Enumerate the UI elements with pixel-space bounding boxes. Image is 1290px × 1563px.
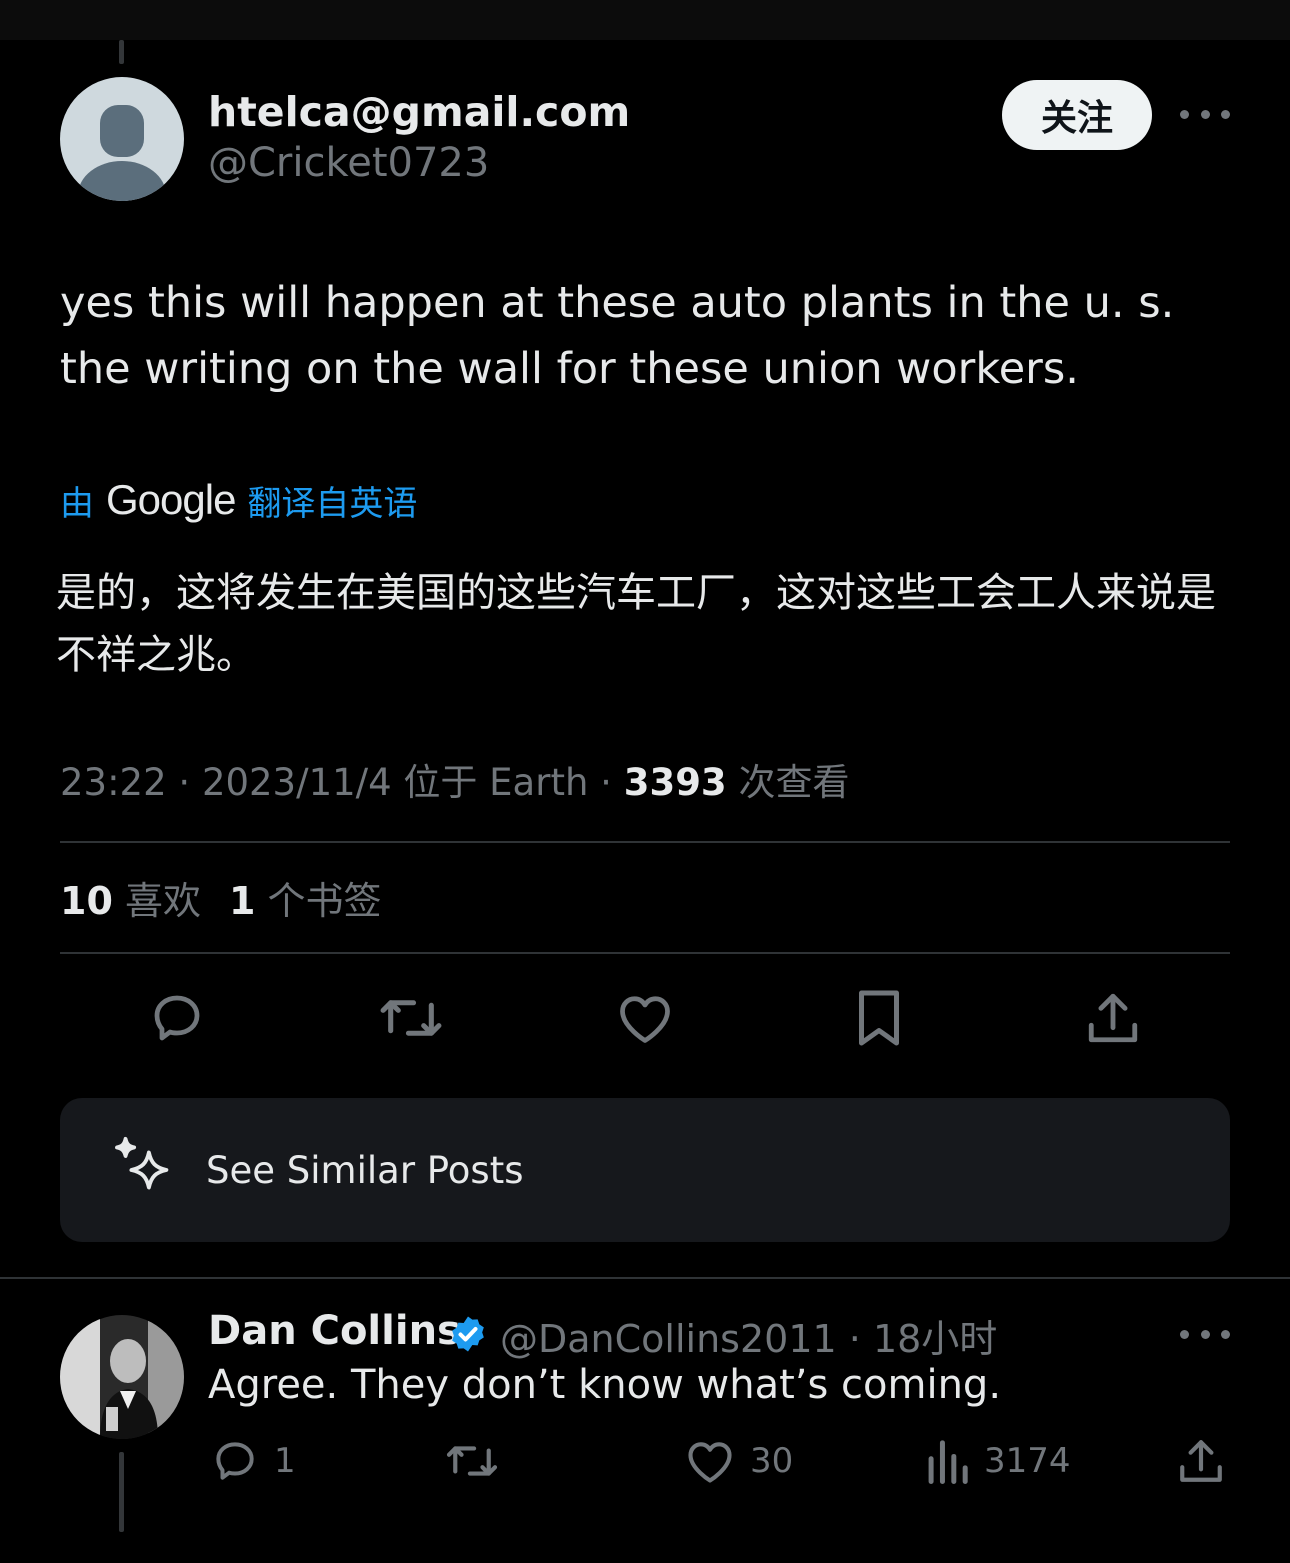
post-location: 位于 Earth bbox=[391, 761, 589, 804]
verified-badge-icon bbox=[452, 1316, 484, 1352]
more-options-icon[interactable] bbox=[1180, 104, 1230, 124]
google-logo: Google bbox=[106, 476, 236, 523]
post-meta: 23:22 · 2023/11/4 位于 Earth · 3393 次查看 bbox=[60, 752, 849, 806]
like-icon bbox=[620, 996, 670, 1043]
meta-separator: · bbox=[588, 761, 624, 804]
reply-text: Agree. They don’t know what’s coming. bbox=[208, 1362, 1002, 1408]
engagement-stats: 10 喜欢 1 个书签 bbox=[60, 870, 382, 925]
top-bar bbox=[0, 0, 1290, 40]
reply-icon bbox=[216, 1442, 254, 1480]
reply-author-avatar[interactable] bbox=[60, 1315, 184, 1439]
see-similar-posts-label: See Similar Posts bbox=[206, 1148, 524, 1192]
post-date[interactable]: 2023/11/4 bbox=[202, 761, 392, 804]
reply-handle[interactable]: @DanCollins2011 bbox=[500, 1317, 837, 1361]
reply-icon bbox=[154, 995, 200, 1041]
reply-repost-button[interactable] bbox=[444, 1438, 500, 1484]
meta-separator: · bbox=[836, 1317, 873, 1361]
share-icon bbox=[1180, 1440, 1222, 1482]
likes-label: 喜欢 bbox=[112, 879, 201, 923]
bookmarks-label: 个书签 bbox=[255, 879, 382, 923]
author-avatar[interactable] bbox=[60, 77, 184, 201]
analytics-icon bbox=[928, 1440, 968, 1484]
likes-count: 10 bbox=[60, 879, 113, 923]
views-label: 次查看 bbox=[726, 761, 850, 804]
translation-suffix: 翻译自英语 bbox=[247, 483, 418, 524]
thread-line-bottom bbox=[119, 1452, 124, 1532]
divider bbox=[60, 952, 1230, 954]
likes-stat[interactable]: 10 喜欢 bbox=[60, 870, 201, 925]
section-divider bbox=[0, 1277, 1290, 1279]
translated-text: 是的，这将发生在美国的这些汽车工厂，这对这些工会工人来说是不祥之兆。 bbox=[56, 570, 1216, 678]
thread-line-top bbox=[119, 40, 124, 64]
translation-prefix: 由 bbox=[60, 483, 94, 524]
view-count: 3174 bbox=[984, 1441, 1071, 1481]
post-time[interactable]: 23:22 bbox=[60, 761, 167, 804]
reply-share-button[interactable] bbox=[1176, 1436, 1226, 1486]
views-count: 3393 bbox=[623, 761, 727, 804]
reply-time[interactable]: 18小时 bbox=[873, 1317, 997, 1361]
reply-views-button[interactable]: 3174 bbox=[924, 1436, 1071, 1486]
reply-reply-button[interactable]: 1 bbox=[210, 1436, 296, 1486]
reply-author-handle: @DanCollins2011 · 18小时 bbox=[500, 1308, 997, 1363]
reply-like-button[interactable]: 30 bbox=[684, 1436, 793, 1486]
follow-button[interactable]: 关注 bbox=[1002, 80, 1152, 150]
reply-author-name[interactable]: Dan Collins bbox=[208, 1308, 461, 1354]
repost-icon bbox=[446, 1446, 498, 1476]
repost-button[interactable] bbox=[378, 990, 444, 1046]
share-icon bbox=[1088, 993, 1138, 1043]
like-button[interactable] bbox=[615, 990, 675, 1046]
bookmarks-stat[interactable]: 1 个书签 bbox=[229, 870, 382, 925]
bookmark-button[interactable] bbox=[852, 988, 906, 1048]
share-button[interactable] bbox=[1084, 988, 1142, 1048]
post-text: yes this will happen at these auto plant… bbox=[60, 278, 1175, 394]
reply-more-options-icon[interactable] bbox=[1180, 1324, 1230, 1344]
author-handle[interactable]: @Cricket0723 bbox=[208, 140, 489, 186]
meta-separator: · bbox=[166, 761, 202, 804]
like-count: 30 bbox=[750, 1441, 794, 1481]
author-name[interactable]: htelca@gmail.com bbox=[208, 88, 630, 136]
see-similar-posts-button[interactable]: See Similar Posts bbox=[60, 1098, 1230, 1242]
translation-attribution[interactable]: 由 Google 翻译自英语 bbox=[60, 472, 417, 528]
reply-button[interactable] bbox=[146, 988, 208, 1048]
reply-count: 1 bbox=[274, 1441, 296, 1481]
bookmarks-count: 1 bbox=[228, 879, 256, 923]
like-icon bbox=[688, 1442, 732, 1483]
repost-icon bbox=[380, 1000, 442, 1036]
bookmark-icon bbox=[859, 990, 899, 1046]
sparkle-icon bbox=[115, 1136, 169, 1190]
divider bbox=[60, 841, 1230, 843]
